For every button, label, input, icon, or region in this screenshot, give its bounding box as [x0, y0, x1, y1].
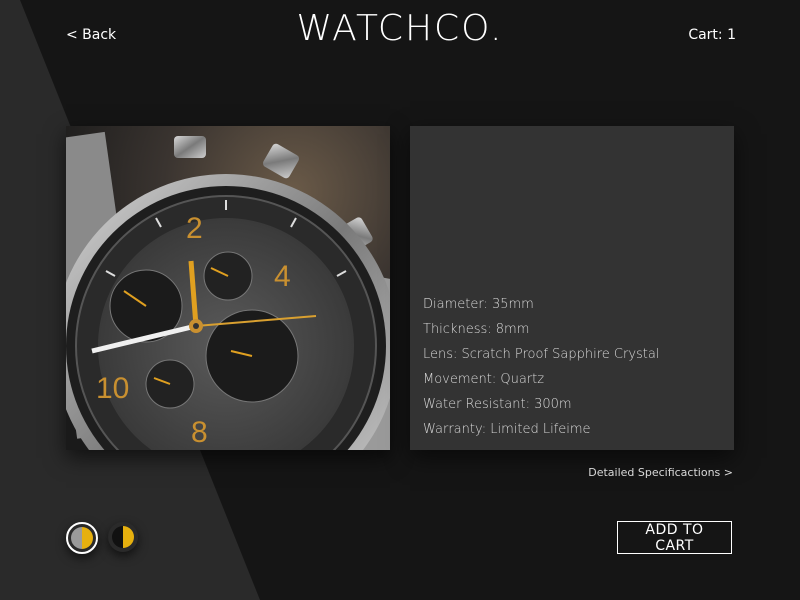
spec-list: Diameter: 35mm Thickness: 8mm Lens: Scra…: [423, 292, 659, 442]
color-swatches: [66, 522, 138, 554]
swatch-black-gold[interactable]: [108, 522, 138, 552]
swatch-half-gold-2: [123, 526, 134, 548]
watch-photo-icon: 2 4 8 10: [66, 126, 390, 450]
brand-logo: WATCHCO.: [296, 8, 504, 49]
svg-text:2: 2: [186, 212, 203, 245]
swatch-silver-gold-fill: [71, 527, 93, 549]
add-to-cart-button[interactable]: ADD TO CART: [617, 521, 732, 554]
svg-text:8: 8: [191, 416, 208, 449]
spec-thickness: Thickness: 8mm: [423, 322, 530, 337]
specifications-panel: Diameter: 35mm Thickness: 8mm Lens: Scra…: [410, 126, 734, 450]
spec-movement: Movement: Quartz: [423, 372, 545, 387]
spec-diameter: Diameter: 35mm: [423, 297, 534, 312]
swatch-black-gold-fill: [112, 526, 134, 548]
spec-warranty: Warranty: Limited Lifeime: [423, 422, 591, 437]
spec-lens: Lens: Scratch Proof Sapphire Crystal: [423, 347, 660, 362]
swatch-half-black: [112, 526, 123, 548]
detailed-specifications-link[interactable]: Detailed Specificactions >: [588, 466, 733, 479]
svg-text:10: 10: [96, 372, 129, 405]
swatch-half-silver: [71, 527, 82, 549]
product-image: 2 4 8 10: [66, 126, 390, 450]
swatch-silver-gold[interactable]: [66, 522, 98, 554]
cart-link[interactable]: Cart: 1: [688, 27, 736, 43]
spec-water-resistance: Water Resistant: 300m: [423, 397, 572, 412]
header: < Back WATCHCO. Cart: 1: [0, 0, 800, 70]
svg-text:4: 4: [274, 260, 291, 293]
swatch-half-gold: [82, 527, 93, 549]
